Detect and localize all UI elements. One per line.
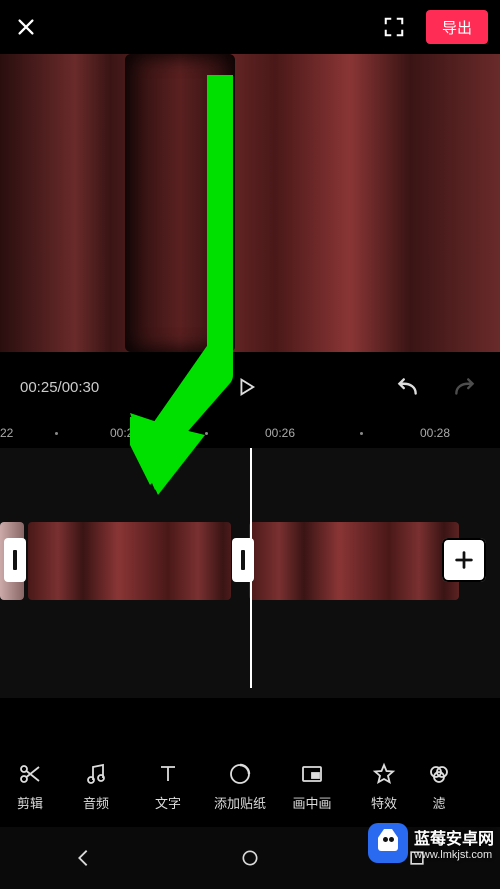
tool-label: 特效 [371, 793, 397, 812]
playhead[interactable] [250, 448, 253, 688]
video-clip[interactable] [249, 522, 459, 600]
ruler-tick: 00:28 [420, 426, 450, 440]
tool-sticker[interactable]: 添加贴纸 [204, 745, 276, 827]
bottom-toolbar: 剪辑 音频 文字 添加贴纸 画中画 特效 滤 [0, 745, 500, 827]
time-display: 00:25/00:30 [20, 379, 99, 396]
nav-home-button[interactable] [220, 838, 280, 878]
export-button[interactable]: 导出 [426, 10, 488, 44]
filter-icon [426, 761, 452, 787]
tool-label: 滤 [432, 793, 445, 812]
video-clip[interactable] [28, 522, 231, 600]
undo-button[interactable] [392, 372, 422, 402]
nav-back-button[interactable] [53, 838, 113, 878]
star-icon [371, 761, 397, 787]
tool-edit[interactable]: 剪辑 [0, 745, 60, 827]
tool-audio[interactable]: 音频 [60, 745, 132, 827]
close-icon[interactable] [12, 13, 40, 41]
watermark-icon [368, 823, 408, 863]
timeline[interactable] [0, 448, 500, 698]
watermark-url: www.lmkjst.com [414, 849, 494, 861]
pip-icon [299, 761, 325, 787]
tool-label: 剪辑 [17, 793, 43, 812]
play-button[interactable] [231, 372, 261, 402]
add-clip-button[interactable] [442, 538, 486, 582]
tool-filter[interactable]: 滤 [420, 745, 458, 827]
tool-label: 音频 [83, 793, 109, 812]
tool-label: 文字 [155, 793, 181, 812]
ruler-tick: 00:24 [110, 426, 140, 440]
fullscreen-icon[interactable] [380, 13, 408, 41]
transition-handle[interactable] [4, 538, 26, 582]
redo-button [450, 372, 480, 402]
tool-text[interactable]: 文字 [132, 745, 204, 827]
text-icon [155, 761, 181, 787]
scissors-icon [17, 761, 43, 787]
ruler-tick: 00:26 [265, 426, 295, 440]
ruler-tick: 22 [0, 426, 13, 440]
tool-label: 添加贴纸 [214, 793, 266, 812]
tool-effects[interactable]: 特效 [348, 745, 420, 827]
video-preview[interactable] [0, 54, 500, 352]
tool-pip[interactable]: 画中画 [276, 745, 348, 827]
timeline-ruler[interactable]: 22 00:24 00:26 00:28 [0, 422, 500, 448]
sticker-icon [227, 761, 253, 787]
music-icon [83, 761, 109, 787]
watermark: 蓝莓安卓网 www.lmkjst.com [368, 823, 494, 863]
watermark-title: 蓝莓安卓网 [414, 825, 494, 849]
tool-label: 画中画 [292, 793, 331, 812]
